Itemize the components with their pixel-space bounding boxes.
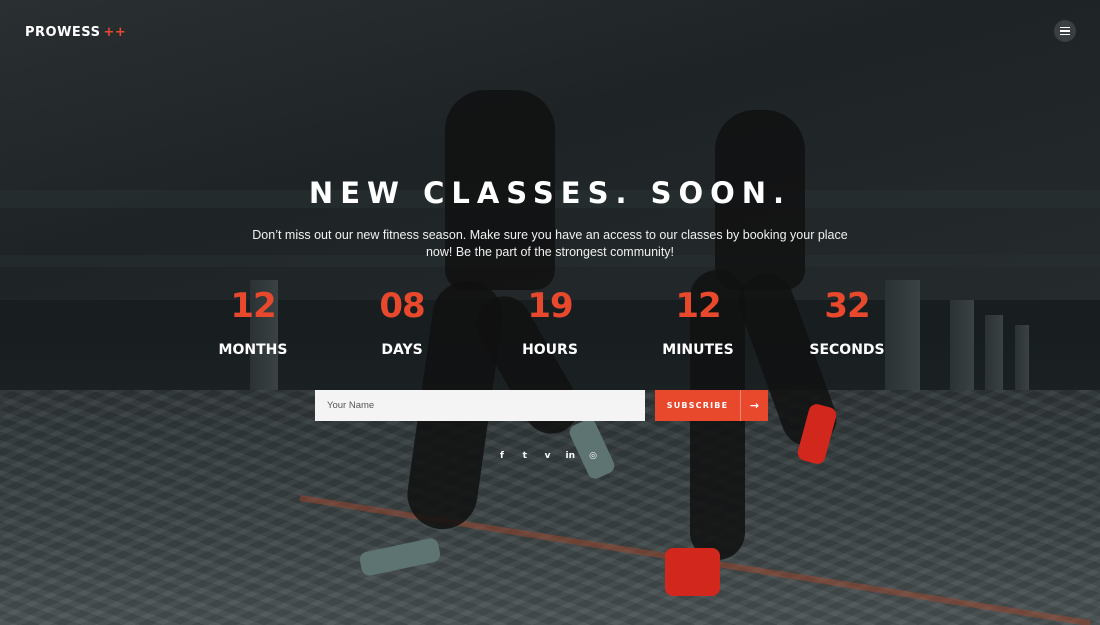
instagram-icon[interactable]: ◎ [586, 449, 600, 463]
countdown-value: 08 [379, 286, 425, 326]
hamburger-menu-icon [1060, 30, 1070, 32]
countdown-seconds: 32 SECONDS [792, 286, 902, 358]
page-title: NEW CLASSES. SOON. [308, 176, 792, 210]
hamburger-menu-icon [1060, 33, 1070, 36]
name-input[interactable] [315, 390, 645, 421]
countdown-minutes: 12 MINUTES [643, 286, 753, 358]
countdown-label: SECONDS [809, 342, 885, 358]
logo-suffix: ++ [103, 25, 127, 40]
social-links: f t v in ◎ [495, 449, 600, 463]
countdown-days: 08 DAYS [347, 286, 457, 358]
linkedin-icon[interactable]: in [563, 449, 577, 463]
countdown-label: MINUTES [662, 342, 734, 358]
arrow-right-icon: → [749, 399, 760, 412]
countdown-label: DAYS [381, 342, 423, 358]
logo-text: PROWESS [25, 25, 101, 40]
vimeo-icon[interactable]: v [541, 449, 555, 463]
hamburger-menu-icon [1060, 26, 1070, 29]
running-shoe [665, 548, 720, 596]
site-logo[interactable]: PROWESS ++ [25, 25, 126, 40]
twitter-icon[interactable]: t [518, 449, 532, 463]
subscribe-label: SUBSCRIBE [666, 401, 729, 410]
countdown-months: 12 MONTHS [198, 286, 308, 358]
subscribe-button[interactable]: SUBSCRIBE → [655, 390, 768, 421]
countdown-value: 32 [824, 286, 870, 326]
countdown-hours: 19 HOURS [495, 286, 605, 358]
countdown-value: 19 [527, 286, 573, 326]
countdown-value: 12 [230, 286, 276, 326]
hero-subtitle: Don’t miss out our new fitness season. M… [252, 228, 848, 259]
countdown-label: HOURS [522, 342, 578, 358]
hamburger-menu-button[interactable] [1054, 20, 1076, 42]
facebook-icon[interactable]: f [495, 449, 509, 463]
countdown-value: 12 [675, 286, 721, 326]
countdown-label: MONTHS [218, 342, 288, 358]
